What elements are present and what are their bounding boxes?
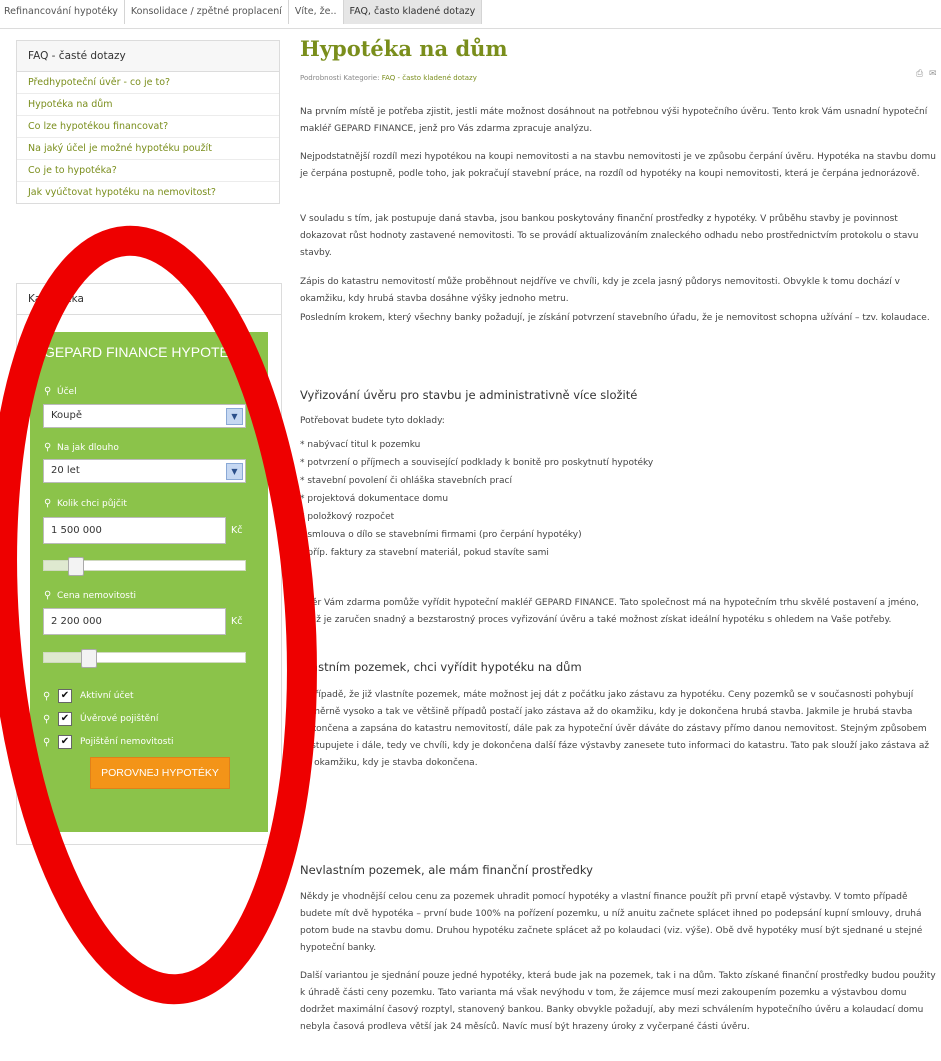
- credit-insurance-label: Úvěrové pojištění: [80, 714, 159, 724]
- faq-link[interactable]: Na jaký účel je možné hypotéku použít: [17, 138, 279, 160]
- property-insurance-label: Pojištění nemovitosti: [80, 737, 174, 747]
- section-heading: Vlastním pozemek, chci vyřídit hypotéku …: [300, 660, 582, 674]
- article-actions: ⎙ ✉: [916, 69, 936, 79]
- compare-mortgages-button[interactable]: POROVNEJ HYPOTÉKY: [90, 757, 230, 789]
- term-select[interactable]: 20 let ▼: [43, 459, 246, 483]
- chevron-down-icon[interactable]: ▼: [226, 408, 243, 425]
- paragraph: Posledním krokem, který všechny banky po…: [300, 313, 930, 323]
- bulb-icon: ⚲: [44, 590, 52, 601]
- bulb-icon: ⚲: [43, 690, 51, 702]
- top-navigation: Refinancování hypotéky Konsolidace / zpět…: [0, 0, 941, 25]
- list-item: * nabývací titul k pozemku: [300, 440, 421, 450]
- price-unit: Kč: [231, 616, 243, 627]
- credit-insurance-checkbox[interactable]: ✔: [58, 712, 72, 726]
- tab-refinancovani[interactable]: Refinancování hypotéky: [0, 0, 125, 24]
- nav-divider: [0, 28, 941, 29]
- checkbox-row-active-account: ⚲ ✔ Aktivní účet: [43, 689, 134, 703]
- faq-link[interactable]: Předhypoteční úvěr - co je to?: [17, 72, 279, 94]
- paragraph: V případě, že již vlastníte pozemek, mát…: [300, 690, 930, 768]
- property-insurance-checkbox[interactable]: ✔: [58, 735, 72, 749]
- property-price-value: 2 200 000: [51, 616, 102, 627]
- term-value: 20 let: [51, 465, 80, 476]
- checkbox-row-property-insurance: ⚲ ✔ Pojištění nemovitosti: [43, 735, 174, 749]
- print-icon[interactable]: ⎙: [916, 69, 923, 79]
- faq-link[interactable]: Jak vyúčtovat hypotéku na nemovitost?: [17, 182, 279, 203]
- purpose-label: ⚲ Účel: [44, 386, 77, 397]
- paragraph: Zápis do katastru nemovitostí může probě…: [300, 277, 900, 304]
- calculator-box-title: Kalkulačka: [17, 284, 281, 315]
- meta-prefix: Podrobnosti Kategorie:: [300, 74, 380, 82]
- paragraph: Na prvním místě je potřeba zjistit, jest…: [300, 107, 928, 134]
- section-heading: Nevlastním pozemek, ale mám finanční pro…: [300, 863, 593, 877]
- bulb-icon: ⚲: [43, 736, 51, 748]
- calculator-box: Kalkulačka GEPARD FINANCE HYPOTEČNÍ ⚲ Úče…: [16, 283, 282, 845]
- price-label: ⚲ Cena nemovitosti: [44, 590, 136, 601]
- bulb-icon: ⚲: [44, 498, 52, 509]
- bulb-icon: ⚲: [44, 442, 52, 453]
- bulb-icon: ⚲: [44, 386, 52, 397]
- active-account-label: Aktivní účet: [80, 691, 134, 701]
- faq-link[interactable]: Co lze hypotékou financovat?: [17, 116, 279, 138]
- tab-vite-ze[interactable]: Víte, že..: [289, 0, 344, 24]
- faq-link[interactable]: Co je to hypotéka?: [17, 160, 279, 182]
- tab-konsolidace[interactable]: Konsolidace / zpětné proplacení: [125, 0, 289, 24]
- email-icon[interactable]: ✉: [929, 69, 937, 79]
- faq-link[interactable]: Hypotéka na dům: [17, 94, 279, 116]
- loan-amount-value: 1 500 000: [51, 525, 102, 536]
- purpose-select[interactable]: Koupě ▼: [43, 404, 246, 428]
- paragraph: Nejpodstatnější rozdíl mezi hypotékou na…: [300, 152, 937, 179]
- loan-unit: Kč: [231, 525, 243, 536]
- faq-box-title: FAQ - časté dotazy: [17, 41, 279, 72]
- bulb-icon: ⚲: [43, 713, 51, 725]
- list-item: * potvrzení o příjmech a související pod…: [300, 458, 654, 468]
- loan-label: ⚲ Kolik chci půjčit: [44, 498, 127, 509]
- purpose-value: Koupě: [51, 410, 83, 421]
- price-slider[interactable]: [43, 649, 246, 668]
- faq-list: Předhypoteční úvěr - co je to? Hypotéka …: [17, 72, 279, 203]
- list-item: * příp. faktury za stavební materiál, po…: [300, 548, 549, 558]
- property-price-input[interactable]: 2 200 000: [43, 608, 226, 635]
- checkbox-row-credit-insurance: ⚲ ✔ Úvěrové pojištění: [43, 712, 158, 726]
- paragraph: Někdy je vhodnější celou cenu za pozemek…: [300, 892, 923, 953]
- calculator-heading: GEPARD FINANCE HYPOTEČNÍ: [44, 344, 253, 360]
- term-label: ⚲ Na jak dlouho: [44, 442, 119, 453]
- docs-intro: Potřebovat budete tyto doklady:: [300, 416, 445, 426]
- list-item: * položkový rozpočet: [300, 512, 395, 522]
- loan-slider-handle[interactable]: [68, 557, 84, 576]
- list-item: * projektová dokumentace domu: [300, 494, 449, 504]
- tab-faq[interactable]: FAQ, často kladené dotazy: [343, 0, 483, 24]
- price-slider-handle[interactable]: [81, 649, 97, 668]
- list-item: * smlouva o dílo se stavebními firmami (…: [300, 530, 582, 540]
- article-meta: Podrobnosti Kategorie: FAQ - často klade…: [300, 74, 477, 82]
- paragraph: Další variantou je sjednání pouze jedné …: [300, 971, 936, 1032]
- category-link[interactable]: FAQ - často kladené dotazy: [382, 74, 477, 82]
- loan-amount-input[interactable]: 1 500 000: [43, 517, 226, 544]
- list-item: * stavební povolení či ohláška stavebníc…: [300, 476, 512, 486]
- section-heading: Vyřizování úvěru pro stavbu je administr…: [300, 388, 638, 402]
- active-account-checkbox[interactable]: ✔: [58, 689, 72, 703]
- chevron-down-icon[interactable]: ▼: [226, 463, 243, 480]
- calculator-widget: GEPARD FINANCE HYPOTEČNÍ ⚲ Účel Koupě ▼ ⚲…: [30, 332, 268, 832]
- faq-box: FAQ - časté dotazy Předhypoteční úvěr - …: [16, 40, 280, 204]
- page-title: Hypotéka na dům: [300, 36, 508, 61]
- paragraph: Úvěr Vám zdarma pomůže vyřídit hypoteční…: [300, 598, 919, 625]
- loan-slider[interactable]: [43, 557, 246, 576]
- paragraph: V souladu s tím, jak postupuje daná stav…: [300, 214, 919, 258]
